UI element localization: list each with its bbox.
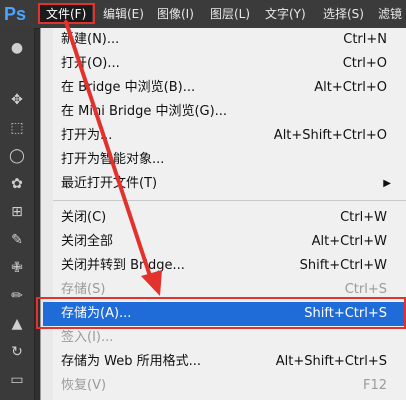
menu-edit[interactable]: 编辑(E) (97, 4, 150, 24)
menu-item-shortcut: Alt+Ctrl+W (311, 234, 387, 249)
menu-item-open-as[interactable]: 打开为... Alt+Shift+Ctrl+O (51, 124, 401, 148)
menu-item-close-go-bridge[interactable]: 关闭并转到 Bridge... Shift+Ctrl+W (51, 254, 401, 278)
menu-item-label: 恢复(V) (61, 378, 107, 393)
water-drop-icon[interactable]: ● (7, 38, 27, 58)
menu-item-open[interactable]: 打开(O)... Ctrl+O (51, 52, 401, 76)
menu-item-label: 在 Bridge 中浏览(B)... (61, 80, 196, 95)
menu-item-label: 签入(I)... (61, 330, 114, 345)
annotation-highlight-file-menu (38, 3, 95, 24)
menu-layer[interactable]: 图层(L) (204, 4, 256, 24)
crop-icon[interactable]: ⊞ (7, 202, 27, 222)
menu-item-label: 关闭(C) (61, 210, 107, 225)
marquee-icon[interactable]: ⬚ (7, 118, 27, 138)
menu-item-close[interactable]: 关闭(C) Ctrl+W (51, 206, 401, 230)
quick-select-icon[interactable]: ✿ (7, 174, 27, 194)
menu-item-new[interactable]: 新建(N)... Ctrl+N (51, 28, 401, 52)
menu-separator (53, 200, 406, 201)
menubar: Ps 文件(F) 编辑(E) 图像(I) 图层(L) 文字(Y) 选择(S) 滤… (0, 0, 406, 29)
menu-item-shortcut: Ctrl+W (340, 210, 387, 225)
menu-item-label: 关闭并转到 Bridge... (61, 258, 185, 273)
menu-item-shortcut: Alt+Ctrl+O (314, 80, 387, 95)
menu-item-browse-bridge[interactable]: 在 Bridge 中浏览(B)... Alt+Ctrl+O (51, 76, 401, 100)
menu-item-revert[interactable]: 恢复(V) F12 (51, 374, 401, 398)
healing-icon[interactable]: ✙ (7, 258, 27, 278)
menu-item-label: 最近打开文件(T) (61, 176, 158, 191)
file-dropdown-menu: 新建(N)... Ctrl+N 打开(O)... Ctrl+O 在 Bridge… (40, 28, 406, 400)
menu-item-label: 关闭全部 (61, 234, 114, 249)
menu-item-shortcut: F12 (362, 378, 387, 393)
menu-item-shortcut: Ctrl+O (342, 56, 387, 71)
history-brush-icon[interactable]: ↻ (7, 342, 27, 362)
tools-panel: ● ✥ ⬚ ◯ ✿ ⊞ ✎ ✙ ✏ ▲ ↻ ▭ (0, 28, 35, 400)
menu-item-shortcut: Alt+Shift+Ctrl+S (275, 354, 387, 369)
menu-item-label: 打开(O)... (61, 56, 120, 71)
menu-item-shortcut: Ctrl+N (343, 32, 387, 47)
lasso-icon[interactable]: ◯ (7, 146, 27, 166)
photoshop-logo: Ps (4, 4, 27, 24)
menu-item-label: 新建(N)... (61, 32, 120, 47)
annotation-highlight-save-as (36, 297, 406, 329)
menu-select[interactable]: 选择(S) (317, 4, 370, 24)
menu-image[interactable]: 图像(I) (151, 4, 200, 24)
menu-item-label: 存储为 Web 所用格式... (61, 354, 202, 369)
menu-item-save-for-web[interactable]: 存储为 Web 所用格式... Alt+Shift+Ctrl+S (51, 350, 401, 374)
menu-item-shortcut: Alt+Shift+Ctrl+O (273, 128, 387, 143)
stamp-icon[interactable]: ▲ (7, 314, 27, 334)
submenu-arrow-icon: ▶ (383, 178, 391, 189)
menu-item-label: 打开为... (61, 128, 113, 143)
eyedropper-icon[interactable]: ✎ (7, 230, 27, 250)
menu-item-check-in[interactable]: 签入(I)... (51, 326, 401, 350)
menu-item-shortcut: Shift+Ctrl+W (299, 258, 387, 273)
move-icon[interactable]: ✥ (7, 90, 27, 110)
menu-item-close-all[interactable]: 关闭全部 Alt+Ctrl+W (51, 230, 401, 254)
brush-icon[interactable]: ✏ (7, 286, 27, 306)
menu-item-label: 在 Mini Bridge 中浏览(G)... (61, 104, 228, 119)
menu-item-browse-mini-bridge[interactable]: 在 Mini Bridge 中浏览(G)... (51, 100, 401, 124)
menu-item-open-recent[interactable]: 最近打开文件(T) ▶ (51, 172, 401, 196)
menu-type[interactable]: 文字(Y) (259, 4, 312, 24)
eraser-icon[interactable]: ▭ (7, 370, 27, 390)
menu-item-label: 打开为智能对象... (61, 152, 165, 167)
menu-filter[interactable]: 滤镜 (372, 4, 406, 24)
menu-item-open-as-smart-object[interactable]: 打开为智能对象... (51, 148, 401, 172)
